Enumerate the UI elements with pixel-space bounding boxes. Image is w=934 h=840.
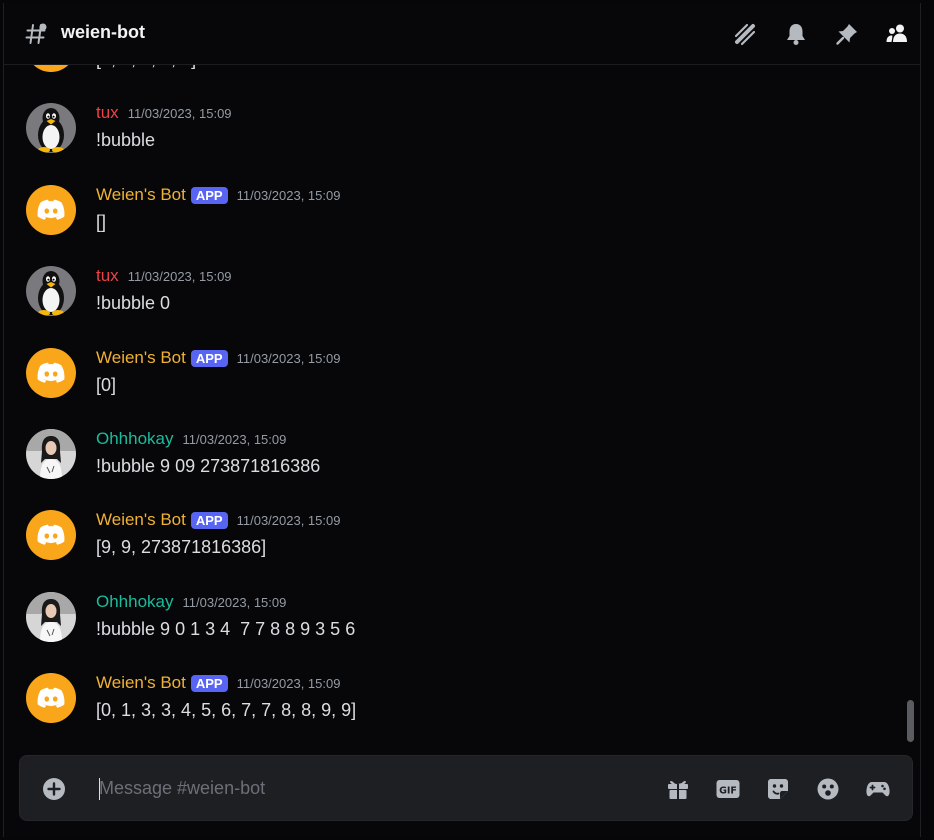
gamepad-icon [866,782,890,797]
message-content: [0] [96,375,117,395]
plus-circle-icon [43,778,65,800]
message-header: Weien's Bot APP 11/03/2023, 15:09 [96,673,340,693]
member-list-button[interactable] [884,21,910,47]
message-header: tux 11/03/2023, 15:09 [96,103,232,123]
message-item[interactable]: Weien's Bot APP 11/03/2023, 15:09 [0, 1, 3,… [4,673,894,743]
avatar[interactable] [26,266,76,316]
message-item[interactable]: Ohhhokay 11/03/2023, 15:09 !bubble 9 0 1 3… [4,592,894,662]
hash-icon [25,23,47,44]
discord-logo-icon [26,185,76,235]
message-item[interactable]: Weien's BotAPP11/03/2023, 15:09[1, 2, 3,… [4,65,894,92]
author-name[interactable]: Weien's Bot [96,673,186,693]
message-timestamp: 11/03/2023, 15:09 [127,105,232,121]
discord-logo-icon [26,65,76,72]
message-content: !bubble 9 09 273871816386 [96,456,321,476]
scrollbar-thumb[interactable] [907,700,914,742]
message-timestamp: 11/03/2023, 15:09 [127,268,232,284]
message-item[interactable]: tux 11/03/2023, 15:09 !bubble 0 [4,266,894,336]
message-header: Ohhhokay 11/03/2023, 15:09 [96,429,286,449]
message-timestamp: 11/03/2023, 15:09 [236,512,341,528]
author-name[interactable]: tux [96,266,119,286]
author-name[interactable]: Weien's Bot [96,510,186,530]
author-name[interactable]: Weien's Bot [96,185,186,205]
avatar[interactable] [26,510,76,560]
message-content: [1, 2, 3, 4, 5] [96,65,196,70]
activities-button[interactable] [865,776,891,802]
message-list: Weien's BotAPP11/03/2023, 15:09[1, 2, 3,… [4,65,920,753]
app-badge: APP [190,186,228,204]
channel-name: weien-bot [61,22,145,42]
message-content: [] [96,212,107,232]
tux-penguin-icon [26,266,76,316]
message-header: Weien's Bot APP 11/03/2023, 15:09 [96,185,340,205]
discord-logo-icon [26,348,76,398]
message-item[interactable]: Weien's Bot APP 11/03/2023, 15:09 [] [4,185,894,255]
discord-logo-icon [26,510,76,560]
gift-button[interactable] [665,776,691,802]
threads-icon [734,23,756,46]
message-timestamp: 11/03/2023, 15:09 [236,187,341,203]
message-item[interactable]: tux 11/03/2023, 15:09 !bubble [4,103,894,173]
sticker-icon [768,779,788,799]
message-timestamp: 11/03/2023, 15:09 [236,675,341,691]
gif-button[interactable]: GIF [715,776,741,802]
message-timestamp: 11/03/2023, 15:09 [182,431,287,447]
message-input[interactable] [99,768,619,808]
author-name[interactable]: tux [96,103,119,123]
avatar[interactable] [26,673,76,723]
app-badge: APP [190,349,228,367]
user-photo-avatar [26,592,76,642]
message-header: Weien's Bot APP 11/03/2023, 15:09 [96,348,340,368]
chat-window: weien-bot tux 11/03/2023, 15:09 !bubble … [3,3,921,837]
members-icon [886,24,907,42]
message-header: tux 11/03/2023, 15:09 [96,266,232,286]
pinned-messages-button[interactable] [834,21,860,47]
message-item[interactable]: Weien's Bot APP 11/03/2023, 15:09 [0] [4,348,894,418]
message-timestamp: 11/03/2023, 15:09 [182,594,287,610]
message-header: Ohhhokay 11/03/2023, 15:09 [96,592,286,612]
attach-button[interactable] [42,777,66,801]
gift-icon [668,781,688,799]
channel-header: weien-bot [4,3,920,65]
message-item[interactable]: Ohhhokay 11/03/2023, 15:09 !bubble 9 09 27… [4,429,894,499]
message-content: [9, 9, 273871816386] [96,537,267,557]
avatar[interactable] [26,65,76,72]
author-name[interactable]: Ohhhokay [96,429,174,449]
message-composer: GIF [19,755,913,821]
message-content: !bubble 0 [96,293,171,313]
message-content: [0, 1, 3, 3, 4, 5, 6, 7, 7, 8, 8, 9, 9] [96,700,357,720]
avatar[interactable] [26,429,76,479]
gif-icon: GIF [716,780,740,798]
avatar[interactable] [26,103,76,153]
message-item[interactable]: Weien's Bot APP 11/03/2023, 15:09 [9, 9, 27… [4,510,894,580]
pin-icon [836,24,857,45]
avatar[interactable] [26,592,76,642]
threads-button[interactable] [732,21,758,47]
message-header: Weien's Bot APP 11/03/2023, 15:09 [96,510,340,530]
app-badge: APP [190,674,228,692]
emoji-icon [817,778,839,800]
message-content: !bubble [96,130,156,150]
sticker-button[interactable] [765,776,791,802]
author-name[interactable]: Weien's Bot [96,348,186,368]
avatar[interactable] [26,185,76,235]
tux-penguin-icon [26,103,76,153]
author-name[interactable]: Ohhhokay [96,592,174,612]
discord-logo-icon [26,673,76,723]
notifications-button[interactable] [783,21,809,47]
bell-icon [787,24,805,45]
app-badge: APP [190,511,228,529]
message-timestamp: 11/03/2023, 15:09 [236,350,341,366]
message-content: !bubble 9 0 1 3 4 7 7 8 8 9 3 5 6 [96,619,356,639]
svg-text:GIF: GIF [719,786,737,797]
avatar[interactable] [26,348,76,398]
emoji-button[interactable] [815,776,841,802]
user-photo-avatar [26,429,76,479]
